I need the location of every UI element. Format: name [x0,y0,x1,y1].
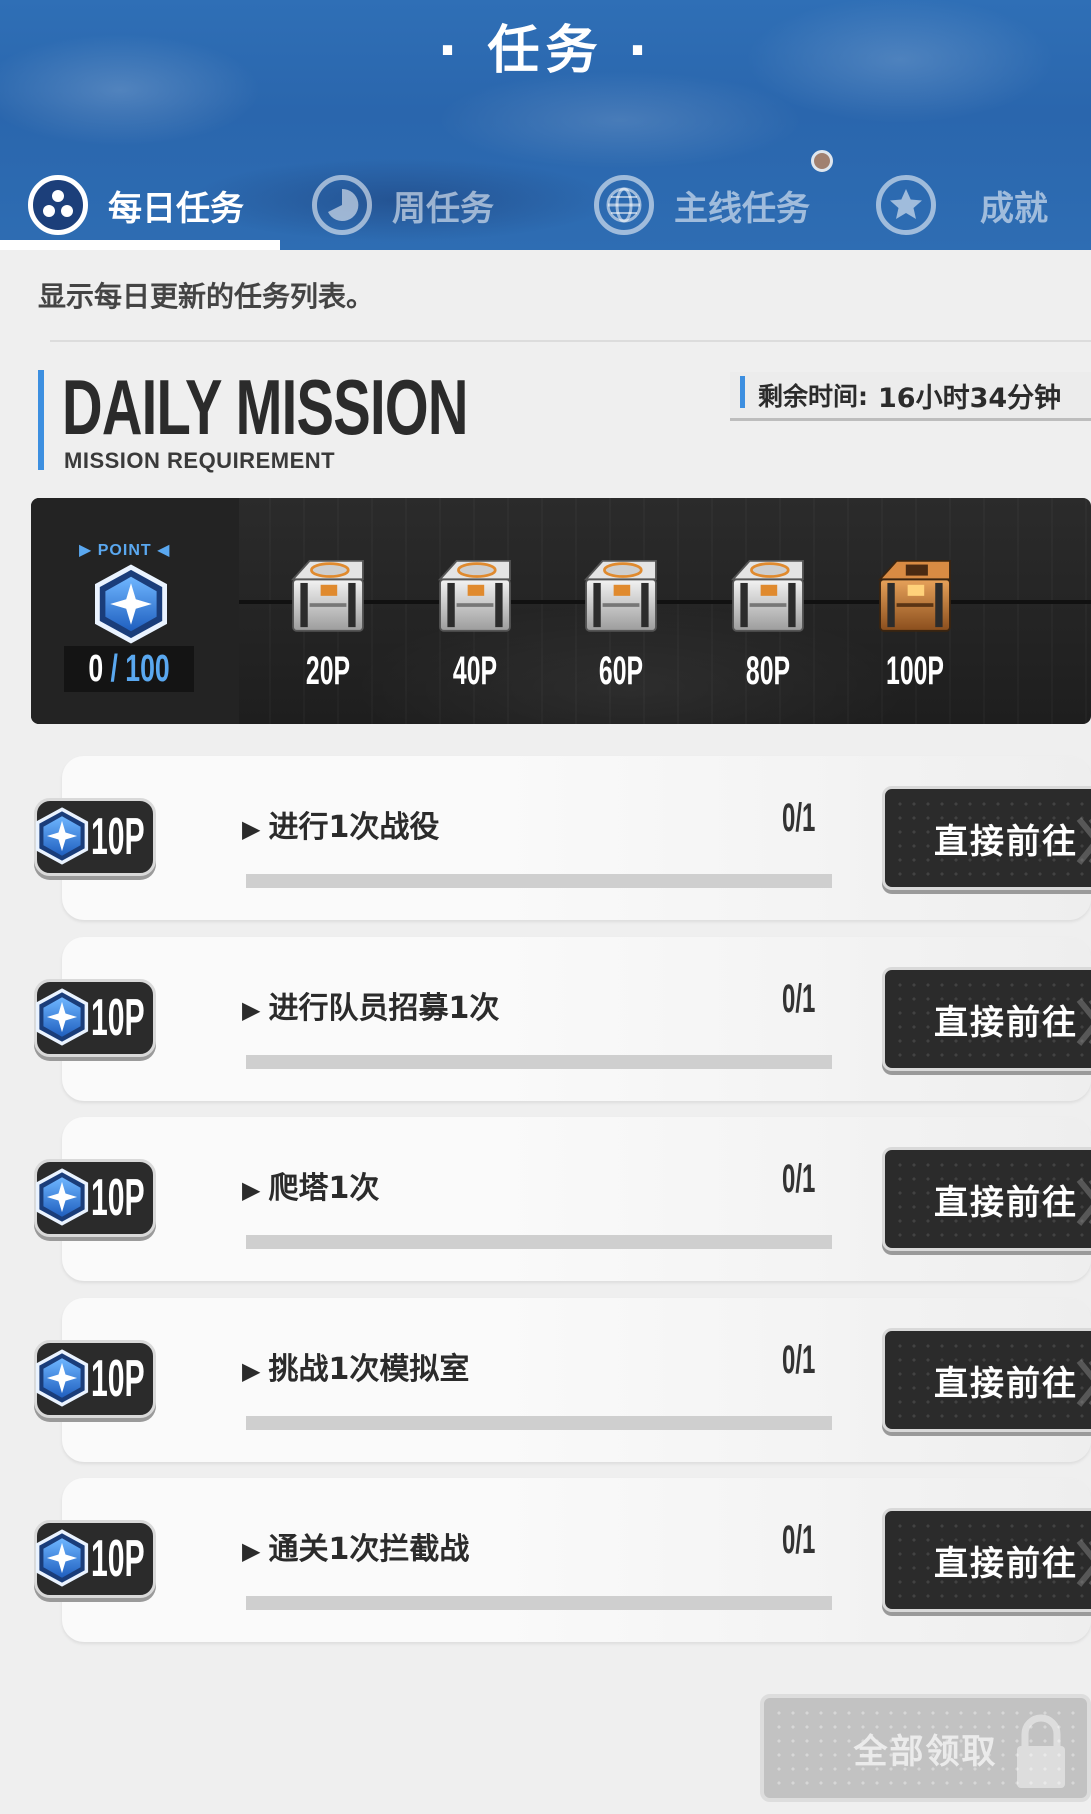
milestone-label: 20P [305,649,351,693]
mission-title: ▶ 挑战1次模拟室 [242,1352,470,1387]
go-button[interactable]: 直接前往 [882,1508,1091,1612]
gold-chest-icon [869,548,961,640]
tab-bar: 每日任务 周任务 主线任务 成就 [0,160,1091,250]
mission-progress: 0/1 [782,796,816,840]
point-separator: / [110,648,118,690]
mission-row: ▶ 进行队员招募1次 0/1 直接前往 [62,937,1091,1101]
point-progress-panel: ▶ POINT ◀ 0 / 100 20P 40P 60P 80P 100P [31,498,1091,724]
mission-title: ▶ 爬塔1次 [242,1171,380,1206]
mission-row: ▶ 爬塔1次 0/1 直接前往 [62,1117,1091,1281]
mission-reward: 10P [91,989,145,1047]
mission-title: ▶ 进行队员招募1次 [242,991,500,1026]
mission-title: ▶ 进行1次战役 [242,810,440,845]
mission-reward-badge: 10P [34,1340,156,1418]
point-label: ▶ POINT ◀ [79,542,171,559]
notification-dot [811,150,833,172]
mission-row: ▶ 通关1次拦截战 0/1 直接前往 [62,1478,1091,1642]
daily-icon [28,175,88,235]
silver-chest-icon [575,548,667,640]
tab-achievements[interactable]: 成就 [876,160,1048,250]
daily-mission-title: DAILY MISSION [62,363,468,451]
tab-description: 显示每日更新的任务列表。 [38,280,375,313]
point-summary: ▶ POINT ◀ 0 / 100 [31,498,239,724]
milestone-label: 80P [745,649,791,693]
point-gem-icon [33,1349,91,1407]
timer-label: 剩余时间: [758,382,868,411]
point-max: 100 [125,648,170,690]
silver-chest-icon [282,548,374,640]
go-button[interactable]: 直接前往 [882,967,1091,1071]
daily-mission-subtitle: MISSION REQUIREMENT [64,448,336,473]
weekly-icon [312,175,372,235]
point-current: 0 [88,648,104,690]
point-gem-icon [33,988,91,1046]
timer-value: 16小时34分钟 [878,382,1062,414]
claim-all-button[interactable]: 全部领取 [760,1694,1091,1802]
mission-progress-bar [246,1596,832,1610]
go-button[interactable]: 直接前往 [882,786,1091,890]
point-count: 0 / 100 [84,648,175,691]
milestone-chest[interactable]: 60P [571,548,671,694]
milestone-label: 60P [598,649,644,693]
mission-row: ▶ 进行1次战役 0/1 直接前往 [62,756,1091,920]
mission-progress-bar [246,1416,832,1430]
mission-reward: 10P [91,1350,145,1408]
mission-reward: 10P [91,1530,145,1588]
milestone-label: 100P [886,649,944,693]
point-gem-icon [33,1529,91,1587]
divider [50,340,1091,342]
page-title: · 任务 · [437,21,654,81]
go-button[interactable]: 直接前往 [882,1147,1091,1251]
mission-reward: 10P [91,1169,145,1227]
mission-row: ▶ 挑战1次模拟室 0/1 直接前往 [62,1298,1091,1462]
tab-weekly[interactable]: 周任务 [312,160,494,250]
milestone-chest[interactable]: 40P [425,548,525,694]
point-gem-icon [91,564,171,644]
mission-reward-badge: 10P [34,979,156,1057]
tab-weekly-label: 周任务 [392,188,494,229]
milestone-chest[interactable]: 100P [865,548,965,694]
mission-title: ▶ 通关1次拦截战 [242,1532,470,1567]
mission-progress: 0/1 [782,977,816,1021]
go-button[interactable]: 直接前往 [882,1328,1091,1432]
silver-chest-icon [429,548,521,640]
mission-progress: 0/1 [782,1518,816,1562]
tab-main-story-label: 主线任务 [674,188,810,229]
heading-accent-bar [38,370,44,470]
mission-progress-bar [246,1055,832,1069]
silver-chest-icon [722,548,814,640]
lock-icon [1017,1714,1065,1788]
milestone-chest[interactable]: 80P [718,548,818,694]
header: · 任务 · 每日任务 周任务 主线任务 成就 [0,0,1091,250]
mission-reward-badge: 10P [34,1520,156,1598]
mission-progress: 0/1 [782,1338,816,1382]
milestone-chest[interactable]: 20P [278,548,378,694]
mission-progress: 0/1 [782,1157,816,1201]
mission-reward-badge: 10P [34,798,156,876]
mission-progress-bar [246,1235,832,1249]
mission-reward: 10P [91,808,145,866]
globe-icon [594,175,654,235]
active-tab-indicator [0,240,280,250]
tab-daily[interactable]: 每日任务 [28,160,244,250]
tab-achievements-label: 成就 [980,188,1048,229]
star-icon [876,175,936,235]
reset-timer: 剩余时间: 16小时34分钟 [730,372,1091,418]
mission-progress-bar [246,874,832,888]
milestone-label: 40P [452,649,498,693]
tab-daily-label: 每日任务 [108,188,244,229]
tab-main-story[interactable]: 主线任务 [594,160,810,250]
mission-reward-badge: 10P [34,1159,156,1237]
point-gem-icon [33,807,91,865]
point-gem-icon [33,1168,91,1226]
